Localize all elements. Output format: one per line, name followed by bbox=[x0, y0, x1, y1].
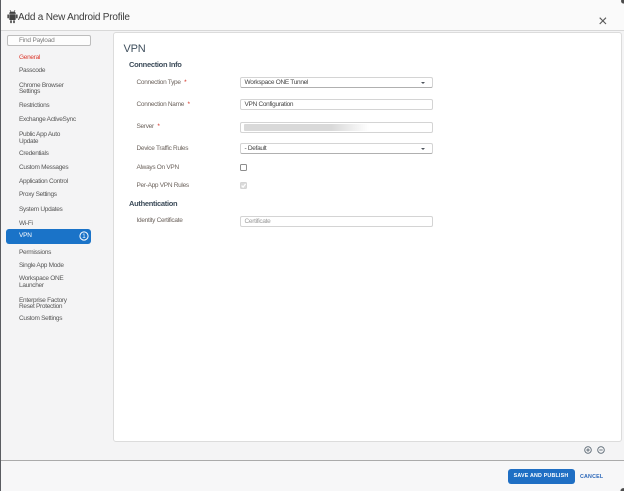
svg-text:1: 1 bbox=[82, 234, 86, 241]
